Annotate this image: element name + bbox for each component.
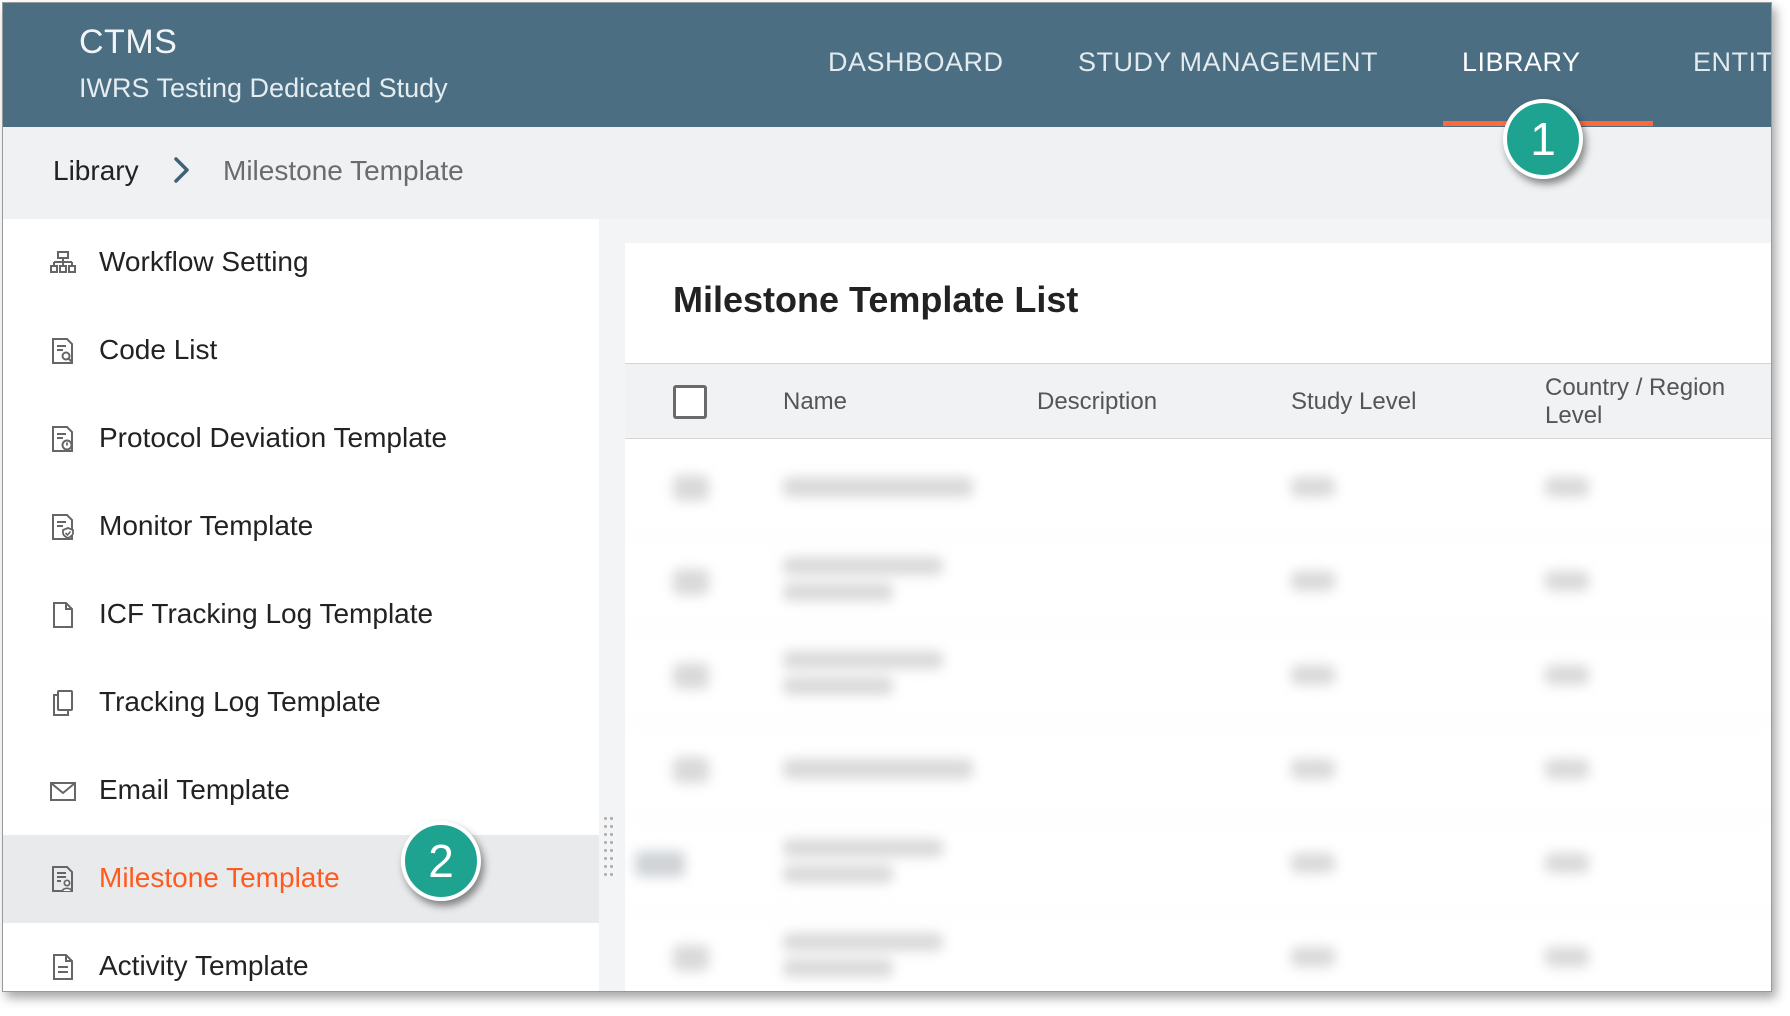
sidebar-item-icf-tracking-log-template[interactable]: ICF Tracking Log Template — [3, 571, 599, 659]
sidebar-item-label: Milestone Template — [99, 862, 340, 893]
sidebar-item-label: Tracking Log Template — [99, 686, 381, 717]
column-header-name[interactable]: Name — [783, 388, 847, 416]
sidebar-item-label: Monitor Template — [99, 510, 314, 541]
sidebar-item-tracking-log-template[interactable]: Tracking Log Template — [3, 659, 599, 747]
sidebar: Workflow Setting Code List Protocol Devi… — [3, 219, 599, 991]
table-row[interactable] — [625, 629, 1771, 723]
workflow-icon — [50, 251, 76, 273]
page-title: Milestone Template List — [673, 279, 1079, 320]
document-search-icon — [52, 338, 73, 364]
top-header: CTMS IWRS Testing Dedicated Study DASHBO… — [3, 3, 1771, 127]
breadcrumb-current: Milestone Template — [223, 155, 464, 186]
callout-badge-1: 1 — [1503, 99, 1583, 179]
sidebar-item-label: Protocol Deviation Template — [99, 422, 448, 453]
callout-badge-2: 2 — [401, 821, 481, 901]
sidebar-item-protocol-deviation-template[interactable]: Protocol Deviation Template — [3, 395, 599, 483]
table-row[interactable] — [625, 441, 1771, 535]
sidebar-item-label: Workflow Setting — [99, 246, 309, 277]
study-name: IWRS Testing Dedicated Study — [79, 73, 448, 103]
nav-dashboard[interactable]: DASHBOARD — [828, 47, 1004, 78]
breadcrumb-library[interactable]: Library — [53, 155, 139, 187]
nav-library[interactable]: LIBRARY — [1462, 47, 1581, 78]
column-header-level: Level — [1545, 402, 1603, 429]
sidebar-resize-handle[interactable] — [602, 815, 616, 879]
document-shield-icon — [52, 514, 74, 540]
sidebar-item-code-list[interactable]: Code List — [3, 307, 599, 395]
document-alert-icon — [52, 426, 73, 452]
main-panel: Milestone Template List Name Description… — [625, 243, 1771, 991]
sidebar-item-label: Activity Template — [99, 950, 309, 981]
sidebar-item-label: Email Template — [99, 774, 290, 805]
nav-study-management[interactable]: STUDY MANAGEMENT — [1078, 47, 1378, 78]
app-title: CTMS — [79, 23, 178, 61]
table-row[interactable] — [625, 723, 1771, 817]
column-header-study-level[interactable]: Study Level — [1291, 388, 1416, 416]
sidebar-item-activity-template[interactable]: Activity Template — [3, 923, 599, 991]
sidebar-item-monitor-template[interactable]: Monitor Template — [3, 483, 599, 571]
select-all-checkbox[interactable] — [673, 385, 707, 419]
chevron-right-icon — [171, 153, 193, 195]
nav-entities[interactable]: ENTIT — [1693, 47, 1771, 78]
table-header: Name Description Study Level Country / R… — [625, 363, 1771, 439]
envelope-icon — [50, 782, 76, 801]
sidebar-item-label: ICF Tracking Log Template — [99, 598, 434, 629]
sidebar-item-milestone-template[interactable]: Milestone Template — [3, 835, 599, 923]
table-row[interactable] — [625, 535, 1771, 629]
document-icon — [53, 602, 73, 628]
document-user-icon — [52, 866, 73, 892]
column-header-description[interactable]: Description — [1037, 388, 1157, 416]
sidebar-item-workflow-setting[interactable]: Workflow Setting — [3, 219, 599, 307]
documents-stack-icon — [53, 690, 73, 716]
document-lines-icon — [53, 954, 73, 980]
column-header-country-region[interactable]: Country / Region — [1545, 374, 1725, 402]
sidebar-item-label: Code List — [99, 334, 218, 365]
table-row[interactable] — [625, 911, 1771, 991]
app-window: CTMS IWRS Testing Dedicated Study DASHBO… — [2, 2, 1772, 992]
sidebar-item-email-template[interactable]: Email Template — [3, 747, 599, 835]
table-row[interactable] — [625, 817, 1771, 911]
